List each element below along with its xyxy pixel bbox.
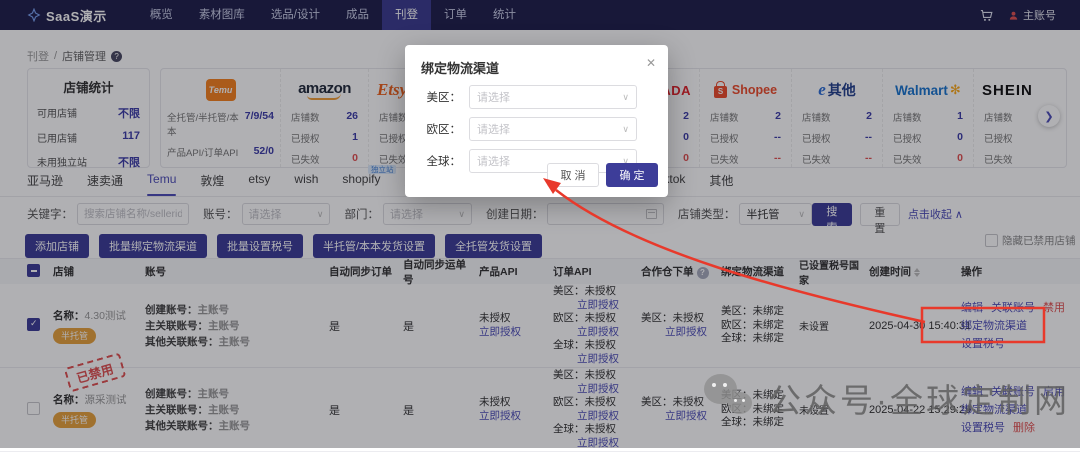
modal-field-label: 欧区：: [426, 124, 462, 136]
select-placeholder: 请选择: [477, 92, 510, 104]
eu-region-select[interactable]: 请选择: [469, 117, 637, 141]
modal-field-label: 全球：: [426, 156, 462, 168]
select-placeholder: 请选择: [477, 124, 510, 136]
confirm-button[interactable]: 确 定: [606, 163, 658, 187]
modal-title: 绑定物流渠道: [421, 61, 500, 76]
close-icon[interactable]: [646, 56, 656, 70]
chevron-down-icon: [622, 92, 629, 103]
bind-logistics-modal: 绑定物流渠道 美区： 请选择 欧区： 请选择 全球： 请选择 取 消 确 定: [405, 45, 668, 197]
cancel-button[interactable]: 取 消: [547, 163, 599, 187]
select-placeholder: 请选择: [477, 156, 510, 168]
us-region-select[interactable]: 请选择: [469, 85, 637, 109]
modal-field-label: 美区：: [426, 92, 462, 104]
chevron-down-icon: [622, 124, 629, 135]
